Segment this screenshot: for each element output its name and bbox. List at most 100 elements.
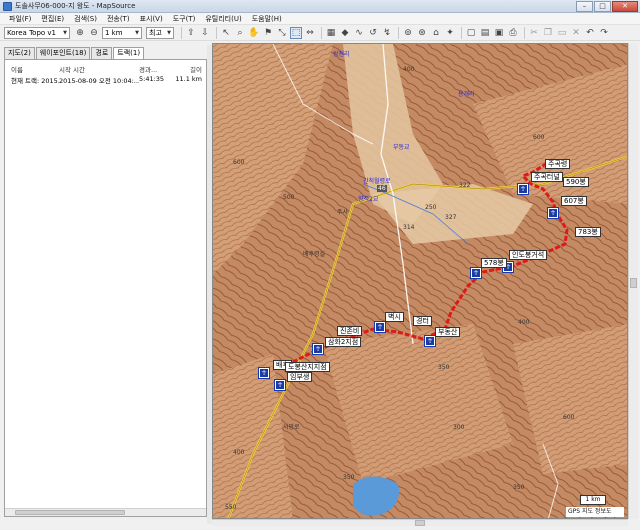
waypoint-label[interactable]: 부동산 — [435, 327, 461, 337]
scrollbar-thumb[interactable] — [415, 520, 425, 526]
tab-routes[interactable]: 경로 — [91, 47, 113, 59]
hand-tool-icon[interactable]: ✋ — [248, 27, 260, 39]
tab-waypoints[interactable]: 웨이포인트(18) — [35, 47, 91, 59]
menu-file[interactable]: 파일(F) — [4, 14, 36, 24]
zoom-tool-icon[interactable]: ⌕ — [234, 27, 246, 39]
waypoint-tool-icon[interactable]: ⚑ — [262, 27, 274, 39]
title-bar[interactable]: 도솔사무06-000-지 왕도 - MapSource – □ ✕ — [0, 0, 640, 13]
scrollbar-thumb[interactable] — [630, 278, 637, 288]
zoom-scale-value: 1 km — [105, 28, 123, 37]
reverse-route-icon[interactable]: ↺ — [367, 27, 379, 39]
print-icon[interactable]: ⎙ — [507, 27, 519, 39]
route-tool-icon[interactable]: ⤡ — [276, 27, 288, 39]
hiker-waypoint-icon[interactable]: ☥ — [517, 183, 529, 195]
table-row[interactable]: 현재 트랙: 2015... 2015-08-09 오전 10:04:... 5… — [5, 75, 206, 84]
distance-tool-icon[interactable]: ⇔ — [304, 27, 316, 39]
delete-icon[interactable]: ✕ — [570, 27, 582, 39]
undo-icon[interactable]: ↶ — [584, 27, 596, 39]
receive-from-device-icon[interactable]: ⇩ — [199, 27, 211, 39]
spot-height: 322 — [459, 182, 471, 189]
column-header-start-time[interactable]: 시작 시간 — [59, 64, 139, 73]
topo-map-view[interactable]: 왕천리 간척월령로 주사 배후령길 부동교 용개리 향적2교 사망로 400 6… — [212, 43, 628, 519]
waypoint-label[interactable]: 578봉 — [481, 258, 507, 268]
waypoint-label[interactable]: 진존비 — [337, 326, 363, 336]
menu-search[interactable]: 검색(S) — [69, 14, 102, 24]
waypoint-label[interactable]: 삼화2지점 — [325, 337, 362, 347]
map-tool-icon[interactable]: ▦ — [325, 27, 337, 39]
close-button[interactable]: ✕ — [612, 0, 638, 12]
detail-level-select[interactable]: 최고 ▼ — [146, 26, 174, 39]
spot-height: 600 — [563, 414, 575, 421]
column-header-length[interactable]: 길이 — [173, 64, 204, 73]
column-header-name[interactable]: 이름 — [5, 64, 59, 73]
mapsource-app-icon — [3, 1, 12, 11]
spot-height: 327 — [445, 214, 457, 221]
copy-icon[interactable]: ❐ — [542, 27, 554, 39]
minimize-button[interactable]: – — [576, 0, 593, 12]
zoom-out-icon[interactable]: ⊖ — [88, 27, 100, 39]
open-folder-icon[interactable]: ▤ — [479, 27, 491, 39]
maximize-button[interactable]: □ — [594, 0, 611, 12]
save-icon[interactable]: ▣ — [493, 27, 505, 39]
chevron-down-icon: ▼ — [63, 29, 67, 36]
window-title: 도솔사무06-000-지 왕도 - MapSource — [15, 2, 136, 10]
hiker-waypoint-icon[interactable]: ☥ — [470, 267, 482, 279]
waypoint-label[interactable]: 경터 — [413, 316, 432, 326]
menu-help[interactable]: 도움말(H) — [247, 14, 287, 24]
scrollbar-thumb[interactable] — [15, 510, 125, 515]
cut-icon[interactable]: ✂ — [528, 27, 540, 39]
waypoint-label[interactable]: 607봉 — [561, 196, 587, 206]
spot-height: 600 — [533, 134, 545, 141]
spot-height: 350 — [438, 364, 450, 371]
map-vertical-scrollbar[interactable] — [628, 43, 638, 519]
data-tabs: 지도(2) 웨이포인트(18) 경로 트랙(1) — [4, 47, 145, 60]
redo-icon[interactable]: ↷ — [598, 27, 610, 39]
new-file-icon[interactable]: ▢ — [465, 27, 477, 39]
tab-maps[interactable]: 지도(2) — [4, 47, 35, 59]
menu-edit[interactable]: 편집(E) — [36, 14, 69, 24]
menu-utilities[interactable]: 유틸리티(U) — [200, 14, 246, 24]
waypoint-label[interactable]: 도봉산지지점 — [285, 362, 330, 372]
menu-bar: 파일(F) 편집(E) 검색(S) 전송(T) 표시(V) 도구(T) 유틸리티… — [0, 13, 640, 25]
find-nearby-icon[interactable]: ⊛ — [416, 27, 428, 39]
eraser-tool-icon[interactable]: ◆ — [339, 27, 351, 39]
chevron-down-icon: ▼ — [135, 29, 139, 36]
find-address-icon[interactable]: ⌂ — [430, 27, 442, 39]
waypoint-label[interactable]: 벽시 — [385, 312, 404, 322]
hiker-waypoint-icon[interactable]: ☥ — [274, 379, 286, 391]
place-label: 배후령길 — [303, 251, 326, 258]
track-tool-icon[interactable]: ∿ — [353, 27, 365, 39]
waypoint-label[interactable]: 인도봉거석 — [509, 250, 548, 260]
place-label: 부동교 — [393, 144, 410, 151]
send-to-device-icon[interactable]: ⇪ — [185, 27, 197, 39]
map-horizontal-scrollbar[interactable] — [212, 519, 628, 526]
hiker-waypoint-icon[interactable]: ☥ — [424, 335, 436, 347]
place-label: 용개리 — [458, 91, 475, 98]
toolbar-separator — [398, 26, 399, 39]
hiker-waypoint-icon[interactable]: ☥ — [547, 207, 559, 219]
zoom-in-icon[interactable]: ⊕ — [74, 27, 86, 39]
paste-icon[interactable]: ▭ — [556, 27, 568, 39]
waypoint-label[interactable]: 783봉 — [575, 227, 601, 237]
waypoint-label[interactable]: 주곡령 — [545, 159, 571, 169]
arrow-tool-icon[interactable]: ↖ — [220, 27, 232, 39]
menu-view[interactable]: 표시(V) — [135, 14, 168, 24]
hiker-waypoint-icon[interactable]: ☥ — [374, 321, 386, 333]
menu-tools[interactable]: 도구(T) — [168, 14, 201, 24]
column-header-elapsed[interactable]: 경과... — [139, 64, 173, 73]
map-product-select[interactable]: Korea Topo v1 ▼ — [4, 26, 70, 39]
toolbar-separator — [216, 26, 217, 39]
place-label: 간척월령로 — [363, 178, 391, 185]
menu-transfer[interactable]: 전송(T) — [102, 14, 135, 24]
hiker-waypoint-icon[interactable]: ☥ — [258, 367, 270, 379]
find-intersection-icon[interactable]: ✦ — [444, 27, 456, 39]
zoom-scale-select[interactable]: 1 km ▼ — [102, 26, 142, 39]
list-horizontal-scrollbar[interactable] — [5, 508, 206, 516]
waypoint-label[interactable]: 590봉 — [563, 177, 589, 187]
hiker-waypoint-icon[interactable]: ☥ — [312, 343, 324, 355]
waypoint-label[interactable]: 임부생 — [287, 372, 313, 382]
waypoint-label[interactable]: 주곡터널 — [531, 172, 563, 182]
split-track-icon[interactable]: ↯ — [381, 27, 393, 39]
find-icon[interactable]: ⊚ — [402, 27, 414, 39]
selection-tool-icon[interactable]: ⬚ — [290, 26, 302, 39]
